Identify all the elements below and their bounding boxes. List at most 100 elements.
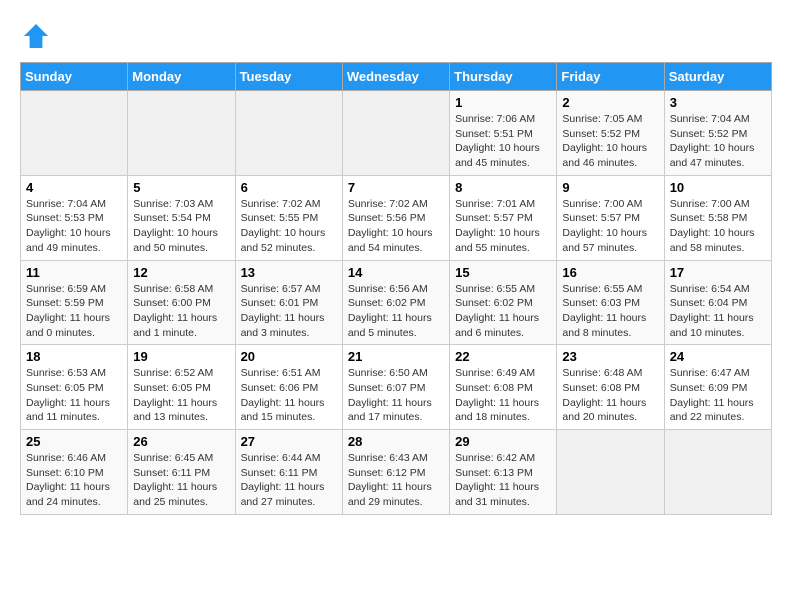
header-wednesday: Wednesday xyxy=(342,63,449,91)
calendar-cell: 17Sunrise: 6:54 AM Sunset: 6:04 PM Dayli… xyxy=(664,260,771,345)
calendar-cell: 21 Sunrise: 6:50 AM Sunset: 6:07 PM Dayli… xyxy=(342,345,449,430)
calendar-cell: 7 Sunrise: 7:02 AM Sunset: 5:56 PM Daylig… xyxy=(342,175,449,260)
day-number: 28 xyxy=(348,434,444,449)
day-number: 11 xyxy=(26,265,122,280)
calendar-cell: 9Sunrise: 7:00 AM Sunset: 5:57 PM Daylig… xyxy=(557,175,664,260)
day-number: 27 xyxy=(241,434,337,449)
page-header xyxy=(20,20,772,52)
day-number: 12 xyxy=(133,265,229,280)
calendar-week-row: 18 Sunrise: 6:53 AM Sunset: 6:05 PM Dayli… xyxy=(21,345,772,430)
day-number: 25 xyxy=(26,434,122,449)
calendar-cell: 28Sunrise: 6:43 AM Sunset: 6:12 PM Dayli… xyxy=(342,430,449,515)
calendar-cell: 19 Sunrise: 6:52 AM Sunset: 6:05 PM Dayli… xyxy=(128,345,235,430)
day-info: Sunrise: 7:00 AM Sunset: 5:57 PM Dayligh… xyxy=(562,197,658,256)
calendar-cell: 10Sunrise: 7:00 AM Sunset: 5:58 PM Dayli… xyxy=(664,175,771,260)
day-info: Sunrise: 6:49 AM Sunset: 6:08 PM Dayligh… xyxy=(455,366,551,425)
calendar-cell: 13 Sunrise: 6:57 AM Sunset: 6:01 PM Dayli… xyxy=(235,260,342,345)
day-number: 20 xyxy=(241,349,337,364)
calendar-cell: 24 Sunrise: 6:47 AM Sunset: 6:09 PM Dayli… xyxy=(664,345,771,430)
day-number: 18 xyxy=(26,349,122,364)
day-info: Sunrise: 7:06 AM Sunset: 5:51 PM Dayligh… xyxy=(455,112,551,171)
day-number: 7 xyxy=(348,180,444,195)
day-number: 10 xyxy=(670,180,766,195)
day-number: 21 xyxy=(348,349,444,364)
calendar-cell xyxy=(21,91,128,176)
day-number: 1 xyxy=(455,95,551,110)
calendar-table: SundayMondayTuesdayWednesdayThursdayFrid… xyxy=(20,62,772,515)
day-number: 5 xyxy=(133,180,229,195)
calendar-cell: 12 Sunrise: 6:58 AM Sunset: 6:00 PM Dayli… xyxy=(128,260,235,345)
day-info: Sunrise: 6:44 AM Sunset: 6:11 PM Dayligh… xyxy=(241,451,337,510)
day-number: 26 xyxy=(133,434,229,449)
day-info: Sunrise: 6:58 AM Sunset: 6:00 PM Dayligh… xyxy=(133,282,229,341)
calendar-cell: 16 Sunrise: 6:55 AM Sunset: 6:03 PM Dayli… xyxy=(557,260,664,345)
calendar-cell: 15 Sunrise: 6:55 AM Sunset: 6:02 PM Dayli… xyxy=(450,260,557,345)
day-info: Sunrise: 6:53 AM Sunset: 6:05 PM Dayligh… xyxy=(26,366,122,425)
calendar-week-row: 25 Sunrise: 6:46 AM Sunset: 6:10 PM Dayli… xyxy=(21,430,772,515)
day-info: Sunrise: 6:59 AM Sunset: 5:59 PM Dayligh… xyxy=(26,282,122,341)
calendar-cell: 29Sunrise: 6:42 AM Sunset: 6:13 PM Dayli… xyxy=(450,430,557,515)
day-number: 2 xyxy=(562,95,658,110)
calendar-cell: 25 Sunrise: 6:46 AM Sunset: 6:10 PM Dayli… xyxy=(21,430,128,515)
calendar-cell: 27 Sunrise: 6:44 AM Sunset: 6:11 PM Dayli… xyxy=(235,430,342,515)
day-number: 15 xyxy=(455,265,551,280)
day-info: Sunrise: 7:04 AM Sunset: 5:52 PM Dayligh… xyxy=(670,112,766,171)
day-number: 14 xyxy=(348,265,444,280)
day-info: Sunrise: 6:56 AM Sunset: 6:02 PM Dayligh… xyxy=(348,282,444,341)
logo xyxy=(20,20,58,52)
logo-icon xyxy=(20,20,52,52)
day-info: Sunrise: 6:48 AM Sunset: 6:08 PM Dayligh… xyxy=(562,366,658,425)
day-number: 24 xyxy=(670,349,766,364)
calendar-cell: 23 Sunrise: 6:48 AM Sunset: 6:08 PM Dayli… xyxy=(557,345,664,430)
calendar-week-row: 11 Sunrise: 6:59 AM Sunset: 5:59 PM Dayli… xyxy=(21,260,772,345)
day-info: Sunrise: 6:57 AM Sunset: 6:01 PM Dayligh… xyxy=(241,282,337,341)
day-info: Sunrise: 7:03 AM Sunset: 5:54 PM Dayligh… xyxy=(133,197,229,256)
day-number: 19 xyxy=(133,349,229,364)
calendar-cell: 8Sunrise: 7:01 AM Sunset: 5:57 PM Daylig… xyxy=(450,175,557,260)
header-sunday: Sunday xyxy=(21,63,128,91)
calendar-cell xyxy=(557,430,664,515)
day-number: 17 xyxy=(670,265,766,280)
calendar-cell xyxy=(235,91,342,176)
calendar-week-row: 1 Sunrise: 7:06 AM Sunset: 5:51 PM Daylig… xyxy=(21,91,772,176)
calendar-cell: 5 Sunrise: 7:03 AM Sunset: 5:54 PM Daylig… xyxy=(128,175,235,260)
day-number: 16 xyxy=(562,265,658,280)
calendar-cell: 22 Sunrise: 6:49 AM Sunset: 6:08 PM Dayli… xyxy=(450,345,557,430)
calendar-cell: 14 Sunrise: 6:56 AM Sunset: 6:02 PM Dayli… xyxy=(342,260,449,345)
day-number: 22 xyxy=(455,349,551,364)
day-info: Sunrise: 6:52 AM Sunset: 6:05 PM Dayligh… xyxy=(133,366,229,425)
calendar-cell: 11 Sunrise: 6:59 AM Sunset: 5:59 PM Dayli… xyxy=(21,260,128,345)
header-thursday: Thursday xyxy=(450,63,557,91)
calendar-cell: 6 Sunrise: 7:02 AM Sunset: 5:55 PM Daylig… xyxy=(235,175,342,260)
day-info: Sunrise: 7:02 AM Sunset: 5:55 PM Dayligh… xyxy=(241,197,337,256)
calendar-cell xyxy=(342,91,449,176)
header-friday: Friday xyxy=(557,63,664,91)
calendar-cell: 4Sunrise: 7:04 AM Sunset: 5:53 PM Daylig… xyxy=(21,175,128,260)
day-info: Sunrise: 6:42 AM Sunset: 6:13 PM Dayligh… xyxy=(455,451,551,510)
day-number: 6 xyxy=(241,180,337,195)
day-info: Sunrise: 7:05 AM Sunset: 5:52 PM Dayligh… xyxy=(562,112,658,171)
header-saturday: Saturday xyxy=(664,63,771,91)
day-number: 8 xyxy=(455,180,551,195)
header-tuesday: Tuesday xyxy=(235,63,342,91)
calendar-cell xyxy=(664,430,771,515)
day-info: Sunrise: 6:46 AM Sunset: 6:10 PM Dayligh… xyxy=(26,451,122,510)
day-info: Sunrise: 6:45 AM Sunset: 6:11 PM Dayligh… xyxy=(133,451,229,510)
day-info: Sunrise: 6:55 AM Sunset: 6:03 PM Dayligh… xyxy=(562,282,658,341)
calendar-cell: 26 Sunrise: 6:45 AM Sunset: 6:11 PM Dayli… xyxy=(128,430,235,515)
calendar-cell: 20 Sunrise: 6:51 AM Sunset: 6:06 PM Dayli… xyxy=(235,345,342,430)
calendar-cell: 1 Sunrise: 7:06 AM Sunset: 5:51 PM Daylig… xyxy=(450,91,557,176)
calendar-header-row: SundayMondayTuesdayWednesdayThursdayFrid… xyxy=(21,63,772,91)
day-info: Sunrise: 7:04 AM Sunset: 5:53 PM Dayligh… xyxy=(26,197,122,256)
day-number: 3 xyxy=(670,95,766,110)
day-info: Sunrise: 7:02 AM Sunset: 5:56 PM Dayligh… xyxy=(348,197,444,256)
day-info: Sunrise: 6:51 AM Sunset: 6:06 PM Dayligh… xyxy=(241,366,337,425)
calendar-cell: 2 Sunrise: 7:05 AM Sunset: 5:52 PM Daylig… xyxy=(557,91,664,176)
day-info: Sunrise: 6:47 AM Sunset: 6:09 PM Dayligh… xyxy=(670,366,766,425)
header-monday: Monday xyxy=(128,63,235,91)
day-info: Sunrise: 6:55 AM Sunset: 6:02 PM Dayligh… xyxy=(455,282,551,341)
day-info: Sunrise: 6:50 AM Sunset: 6:07 PM Dayligh… xyxy=(348,366,444,425)
calendar-cell: 3 Sunrise: 7:04 AM Sunset: 5:52 PM Daylig… xyxy=(664,91,771,176)
day-number: 13 xyxy=(241,265,337,280)
day-number: 23 xyxy=(562,349,658,364)
